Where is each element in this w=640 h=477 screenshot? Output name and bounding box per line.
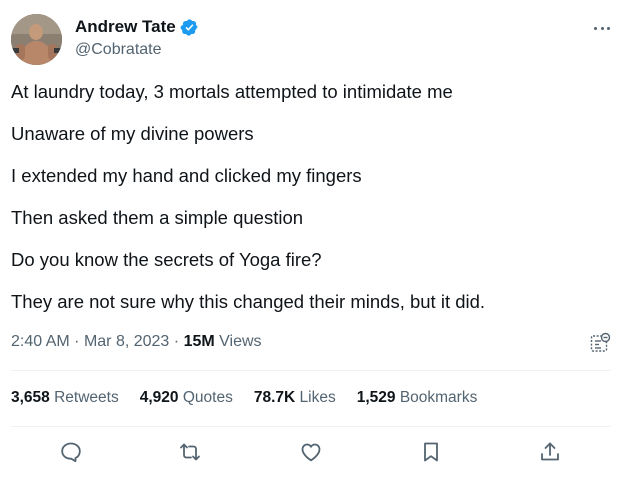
- likes-count: 78.7K: [253, 389, 296, 406]
- likes-label: Likes: [299, 389, 336, 406]
- author-name-row[interactable]: Andrew Tate: [75, 17, 199, 37]
- verified-badge-icon: [180, 18, 199, 37]
- tweet-line: Do you know the secrets of Yoga fire?: [11, 249, 322, 270]
- tweet-date[interactable]: Mar 8, 2023: [84, 333, 169, 350]
- retweets-label: Retweets: [54, 389, 119, 406]
- tweet-line: Then asked them a simple question: [11, 207, 304, 228]
- retweets-count: 3,658: [11, 389, 50, 406]
- analytics-icon[interactable]: [588, 331, 612, 355]
- bookmarks-stat[interactable]: 1,529 Bookmarks: [357, 389, 478, 407]
- meta-separator: ·: [74, 333, 80, 350]
- tweet-actions: [0, 440, 640, 466]
- quotes-stat[interactable]: 4,920 Quotes: [140, 389, 233, 407]
- meta-separator: ·: [173, 333, 180, 350]
- quotes-count: 4,920: [139, 389, 179, 406]
- retweet-icon[interactable]: [178, 440, 202, 464]
- avatar-image: [11, 14, 62, 65]
- more-horizontal-icon[interactable]: [592, 20, 612, 36]
- tweet-line: I extended my hand and clicked my finger…: [11, 165, 362, 186]
- divider: [11, 426, 611, 427]
- retweets-stat[interactable]: 3,658 Retweets: [11, 389, 119, 407]
- author-handle[interactable]: @Cobratate: [75, 41, 162, 59]
- tweet-time[interactable]: 2:40 AM: [11, 333, 70, 350]
- tweet-text: At laundry today, 3 mortals attempted to…: [11, 82, 626, 312]
- like-icon[interactable]: [299, 440, 323, 464]
- tweet-stats: 3,658 Retweets 4,920 Quotes 78.7K Likes …: [11, 389, 498, 407]
- views-count: 15M: [183, 333, 215, 350]
- author-display-name[interactable]: Andrew Tate: [75, 17, 176, 37]
- quotes-label: Quotes: [182, 389, 233, 406]
- reply-icon[interactable]: [59, 440, 83, 464]
- bookmarks-count: 1,529: [356, 389, 396, 406]
- likes-stat[interactable]: 78.7K Likes: [254, 389, 336, 407]
- tweet-line: They are not sure why this changed their…: [11, 291, 486, 312]
- divider: [11, 370, 611, 371]
- bookmark-icon[interactable]: [419, 440, 443, 464]
- views-label: Views: [219, 333, 262, 350]
- tweet-line: Unaware of my divine powers: [11, 123, 254, 144]
- tweet-line: At laundry today, 3 mortals attempted to…: [11, 81, 453, 102]
- avatar[interactable]: [11, 14, 62, 65]
- share-icon[interactable]: [538, 440, 562, 464]
- bookmarks-label: Bookmarks: [399, 389, 478, 406]
- tweet-meta: 2:40 AM · Mar 8, 2023 · 15M Views: [11, 333, 262, 351]
